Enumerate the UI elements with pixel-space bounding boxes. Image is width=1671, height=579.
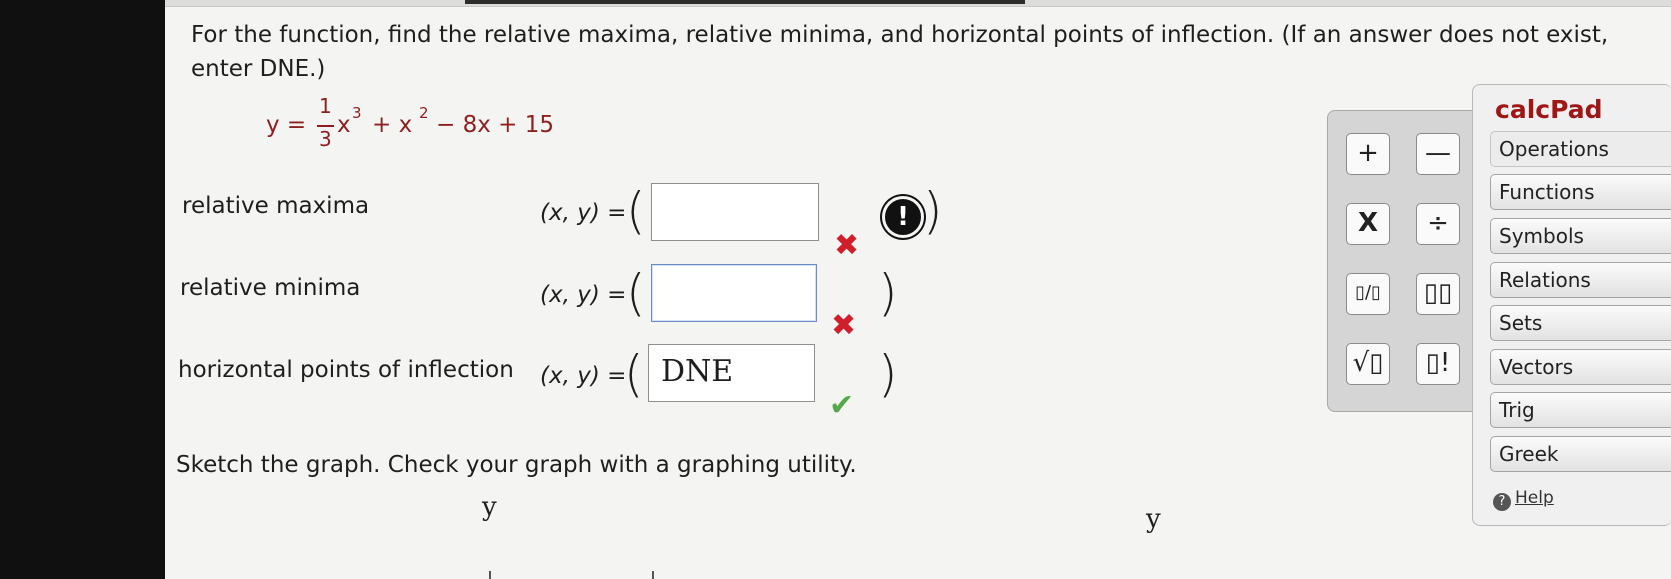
relative-maxima-input[interactable] [651, 183, 819, 241]
tab-trig[interactable]: Trig [1490, 392, 1671, 428]
factorial-key[interactable]: ▯! [1416, 343, 1460, 385]
fraction-key[interactable]: ▯/▯ [1346, 273, 1390, 315]
relative-minima-label: relative minima [180, 275, 361, 301]
equation-exponent-2: 2 [419, 104, 429, 122]
relative-maxima-label: relative maxima [182, 193, 370, 219]
graph-1-y-axis-label: y [482, 492, 497, 522]
equation-plus-x: + x [372, 112, 413, 138]
relative-maxima-open-paren: ( [626, 182, 646, 240]
tab-greek[interactable]: Greek [1490, 436, 1671, 472]
relative-maxima-incorrect-icon: ✖ [834, 228, 860, 263]
help-label: Help [1515, 488, 1554, 508]
equation-lhs: y = [266, 112, 307, 138]
help-link[interactable]: ? Help [1493, 488, 1554, 511]
relative-maxima-xy-label: (x, y) = [540, 200, 627, 226]
relative-maxima-close-paren: ) [923, 182, 943, 240]
relative-minima-incorrect-icon: ✖ [831, 308, 857, 343]
plus-key[interactable]: + [1346, 133, 1390, 175]
divide-key[interactable]: ÷ [1416, 203, 1460, 245]
equation-rest: − 8x + 15 [436, 112, 554, 138]
tab-vectors[interactable]: Vectors [1490, 349, 1671, 385]
inflection-points-input[interactable]: DNE [648, 344, 815, 402]
inflection-points-correct-icon: ✔ [829, 388, 855, 423]
inflection-points-xy-label: (x, y) = [540, 363, 627, 389]
equation-exponent-3: 3 [352, 104, 362, 122]
inflection-points-label: horizontal points of inflection [178, 357, 514, 383]
fraction-denominator: 3 [319, 127, 332, 151]
relative-minima-xy-label: (x, y) = [540, 282, 627, 308]
relative-minima-open-paren: ( [626, 264, 646, 322]
exponent-key[interactable]: ▯▯ [1416, 273, 1460, 315]
calcpad-keypad: + — X ÷ ▯/▯ ▯▯ √▯ ▯! [1327, 110, 1479, 412]
graph-1-axis-tick [652, 571, 654, 579]
graph-1-axis-tick [489, 571, 491, 579]
calcpad-title: calcPad [1495, 95, 1603, 124]
multiply-key[interactable]: X [1346, 203, 1390, 245]
minus-key[interactable]: — [1416, 133, 1460, 175]
sketch-instructions: Sketch the graph. Check your graph with … [176, 452, 857, 478]
tab-functions[interactable]: Functions [1490, 174, 1671, 210]
tab-relations[interactable]: Relations [1490, 262, 1671, 298]
equation-x: x [337, 112, 351, 138]
help-icon: ? [1493, 493, 1511, 511]
tab-sets[interactable]: Sets [1490, 305, 1671, 341]
inflection-points-close-paren: ) [878, 345, 898, 403]
tab-operations[interactable]: Operations [1490, 131, 1671, 167]
alert-icon[interactable]: ! [882, 196, 924, 238]
relative-minima-input[interactable] [651, 264, 817, 322]
tab-symbols[interactable]: Symbols [1490, 218, 1671, 254]
top-dark-bar [465, 0, 1025, 4]
fraction-numerator: 1 [319, 94, 332, 118]
graph-2-y-axis-label: y [1146, 504, 1161, 534]
question-text: For the function, find the relative maxi… [191, 22, 1609, 82]
square-root-key[interactable]: √▯ [1346, 343, 1390, 385]
relative-minima-close-paren: ) [878, 264, 898, 322]
inflection-points-open-paren: ( [624, 345, 644, 403]
